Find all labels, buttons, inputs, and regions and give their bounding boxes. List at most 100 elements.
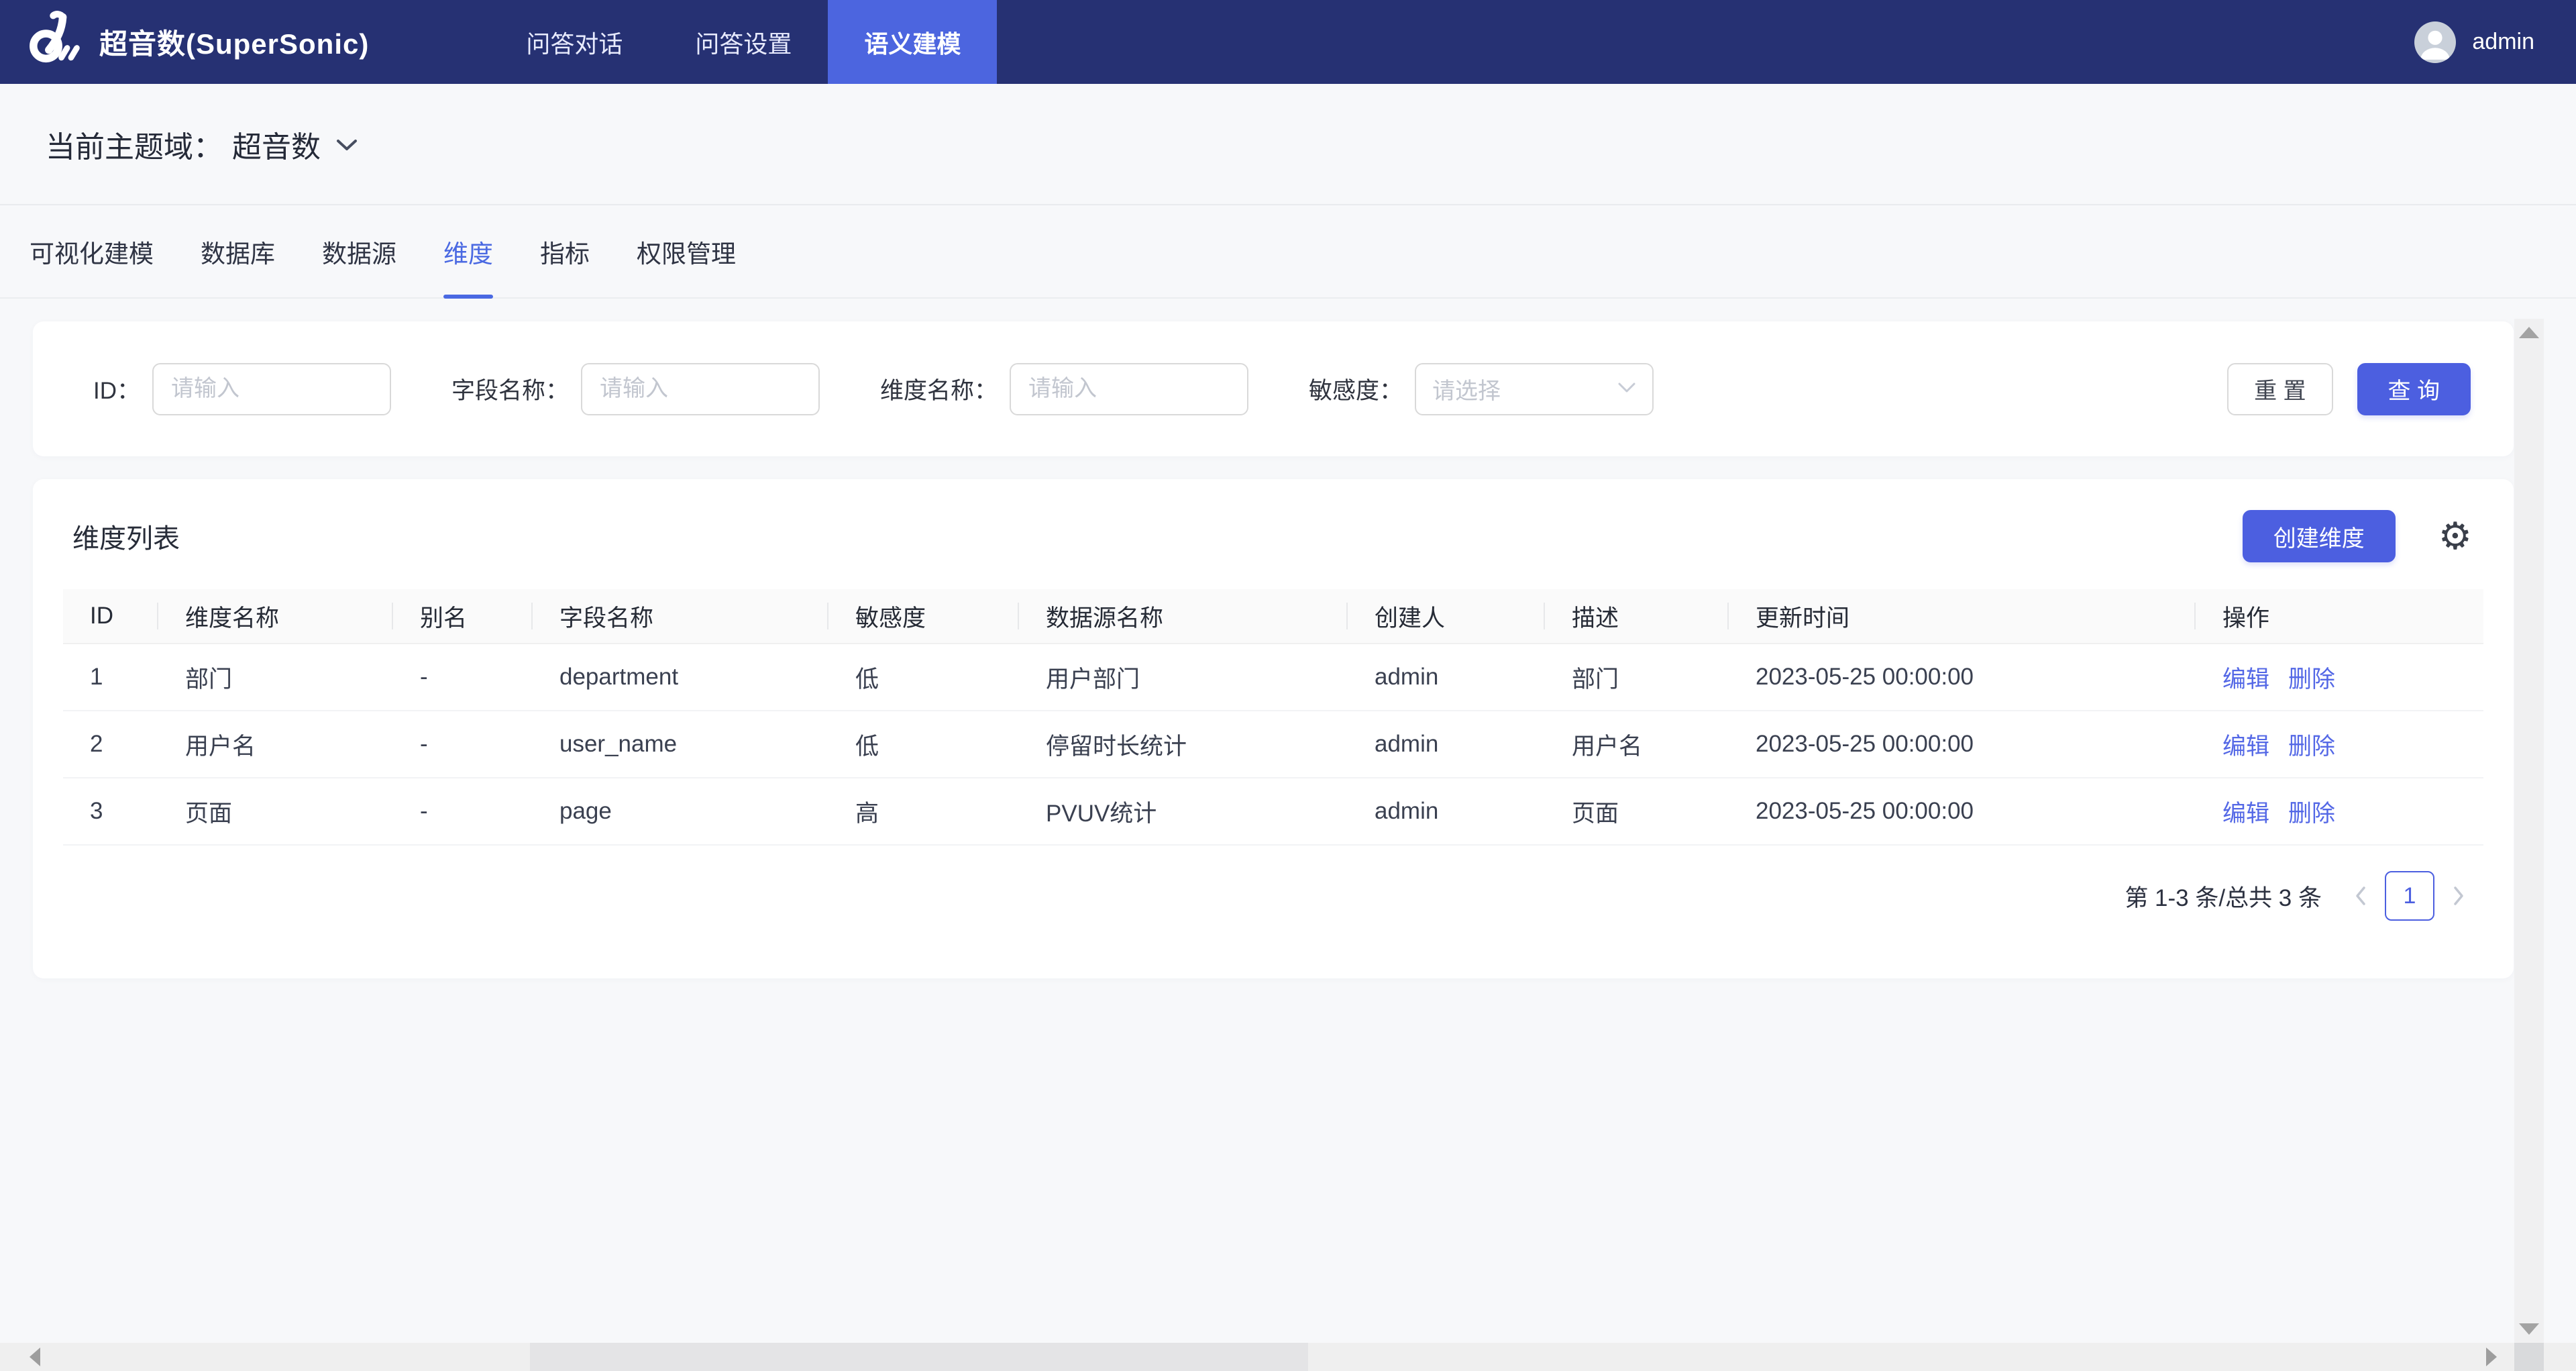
delete-link[interactable]: 删除: [2288, 666, 2335, 693]
pagination-prev-icon[interactable]: [2346, 871, 2375, 921]
col-description: 描述: [1545, 589, 1729, 644]
cell-sensitivity: 低: [828, 711, 1019, 778]
pagination-page-1[interactable]: 1: [2385, 871, 2434, 921]
tab-dimension[interactable]: 维度: [443, 205, 493, 297]
cell-datasource: 用户部门: [1019, 644, 1348, 711]
horizontal-scroll-thumb[interactable]: [530, 1343, 1308, 1371]
cell-actions: 编辑删除: [2196, 711, 2483, 778]
cell-description: 用户名: [1545, 711, 1729, 778]
table-header-row: ID 维度名称 别名 字段名称 敏感度 数据源名称 创建人 描述 更新时间 操作: [63, 589, 2483, 644]
tab-visual-modeling[interactable]: 可视化建模: [30, 205, 154, 297]
col-sensitivity: 敏感度: [828, 589, 1019, 644]
dimension-list-card: 维度列表 创建维度 ⚙ ID 维度名称 别名 字段名称 敏感度 数据源名称: [33, 479, 2514, 978]
cell-field-name: page: [533, 778, 828, 845]
pagination: 第 1-3 条/总共 3 条 1: [33, 871, 2514, 921]
col-creator: 创建人: [1348, 589, 1545, 644]
scrollbar-corner: [2514, 1343, 2544, 1371]
vertical-scrollbar[interactable]: [2514, 319, 2544, 1343]
tab-database[interactable]: 数据库: [201, 205, 275, 297]
scroll-right-arrow[interactable]: [2486, 1348, 2497, 1366]
filter-field-name: 字段名称：: [451, 363, 820, 415]
pagination-next-icon[interactable]: [2444, 871, 2473, 921]
top-navbar: 超音数(SuperSonic) 问答对话 问答设置 语义建模 admin: [0, 0, 2576, 84]
filter-sensitivity-select[interactable]: 请选择: [1415, 363, 1654, 415]
delete-link[interactable]: 删除: [2288, 801, 2335, 827]
scroll-up-arrow[interactable]: [2519, 327, 2539, 338]
gear-icon[interactable]: ⚙: [2438, 517, 2472, 555]
filter-bar: ID： 字段名称： 维度名称： 敏感度： 请选择 重 置 查 询: [33, 321, 2514, 456]
subject-domain-value[interactable]: 超音数: [232, 123, 321, 166]
select-placeholder: 请选择: [1432, 372, 1501, 405]
horizontal-scrollbar[interactable]: [0, 1343, 2576, 1371]
filter-sensitivity: 敏感度： 请选择: [1309, 363, 1654, 415]
filter-dimension-name: 维度名称：: [880, 363, 1248, 415]
cell-alias: -: [393, 778, 533, 845]
cell-datasource: PVUV统计: [1019, 778, 1348, 845]
dimension-table: ID 维度名称 别名 字段名称 敏感度 数据源名称 创建人 描述 更新时间 操作…: [63, 589, 2483, 846]
main-nav: 问答对话 问答设置 语义建模: [490, 0, 997, 84]
cell-creator: admin: [1348, 644, 1545, 711]
cell-description: 部门: [1545, 644, 1729, 711]
filter-field-name-label: 字段名称：: [451, 372, 569, 406]
cell-id: 3: [63, 778, 158, 845]
supersonic-logo-icon: [23, 9, 85, 74]
brand-area: 超音数(SuperSonic): [0, 0, 369, 84]
filter-dimension-name-input[interactable]: [1010, 363, 1248, 415]
select-chevron-down-icon: [1617, 382, 1636, 397]
nav-item-qa-settings[interactable]: 问答设置: [659, 0, 828, 84]
cell-creator: admin: [1348, 711, 1545, 778]
cell-datasource: 停留时长统计: [1019, 711, 1348, 778]
cell-actions: 编辑删除: [2196, 778, 2483, 845]
list-title: 维度列表: [72, 517, 180, 556]
col-alias: 别名: [393, 589, 533, 644]
create-dimension-button[interactable]: 创建维度: [2243, 510, 2396, 562]
edit-link[interactable]: 编辑: [2222, 801, 2269, 827]
tab-datasource[interactable]: 数据源: [322, 205, 396, 297]
col-update-time: 更新时间: [1729, 589, 2196, 644]
app-title: 超音数(SuperSonic): [99, 21, 369, 62]
list-header: 维度列表 创建维度 ⚙: [33, 479, 2514, 589]
filter-dimension-name-label: 维度名称：: [880, 372, 998, 406]
subject-domain-label: 当前主题域：: [46, 123, 223, 166]
table-row: 1 部门 - department 低 用户部门 admin 部门 2023-0…: [63, 644, 2483, 711]
username-label: admin: [2472, 29, 2534, 55]
edit-link[interactable]: 编辑: [2222, 733, 2269, 760]
module-tabs: 可视化建模 数据库 数据源 维度 指标 权限管理: [0, 205, 2576, 299]
chevron-down-icon[interactable]: [330, 133, 358, 155]
tab-permission[interactable]: 权限管理: [637, 205, 736, 297]
cell-dimension-name: 页面: [158, 778, 393, 845]
filter-id-input[interactable]: [152, 363, 391, 415]
filter-sensitivity-label: 敏感度：: [1309, 372, 1403, 406]
pagination-summary: 第 1-3 条/总共 3 条: [2125, 879, 2322, 913]
nav-item-qa-chat[interactable]: 问答对话: [490, 0, 659, 84]
cell-alias: -: [393, 644, 533, 711]
scroll-left-arrow[interactable]: [30, 1348, 40, 1366]
delete-link[interactable]: 删除: [2288, 733, 2335, 760]
scroll-down-arrow[interactable]: [2519, 1323, 2539, 1335]
cell-sensitivity: 低: [828, 644, 1019, 711]
tab-metric[interactable]: 指标: [540, 205, 590, 297]
cell-update-time: 2023-05-25 00:00:00: [1729, 778, 2196, 845]
col-actions: 操作: [2196, 589, 2483, 644]
cell-dimension-name: 部门: [158, 644, 393, 711]
cell-sensitivity: 高: [828, 778, 1019, 845]
user-avatar-icon: [2414, 21, 2456, 63]
nav-item-semantic-modeling[interactable]: 语义建模: [828, 0, 997, 84]
col-id: ID: [63, 589, 158, 644]
filter-field-name-input[interactable]: [581, 363, 820, 415]
col-datasource-name: 数据源名称: [1019, 589, 1348, 644]
subject-domain-bar: 当前主题域： 超音数: [0, 84, 2576, 205]
table-row: 2 用户名 - user_name 低 停留时长统计 admin 用户名 202…: [63, 711, 2483, 778]
cell-creator: admin: [1348, 778, 1545, 845]
cell-update-time: 2023-05-25 00:00:00: [1729, 711, 2196, 778]
user-menu[interactable]: admin: [2414, 0, 2534, 84]
filter-id-label: ID：: [93, 372, 140, 406]
search-button[interactable]: 查 询: [2357, 363, 2471, 415]
cell-actions: 编辑删除: [2196, 644, 2483, 711]
cell-id: 2: [63, 711, 158, 778]
edit-link[interactable]: 编辑: [2222, 666, 2269, 693]
reset-button[interactable]: 重 置: [2227, 363, 2332, 415]
cell-field-name: user_name: [533, 711, 828, 778]
cell-description: 页面: [1545, 778, 1729, 845]
cell-alias: -: [393, 711, 533, 778]
